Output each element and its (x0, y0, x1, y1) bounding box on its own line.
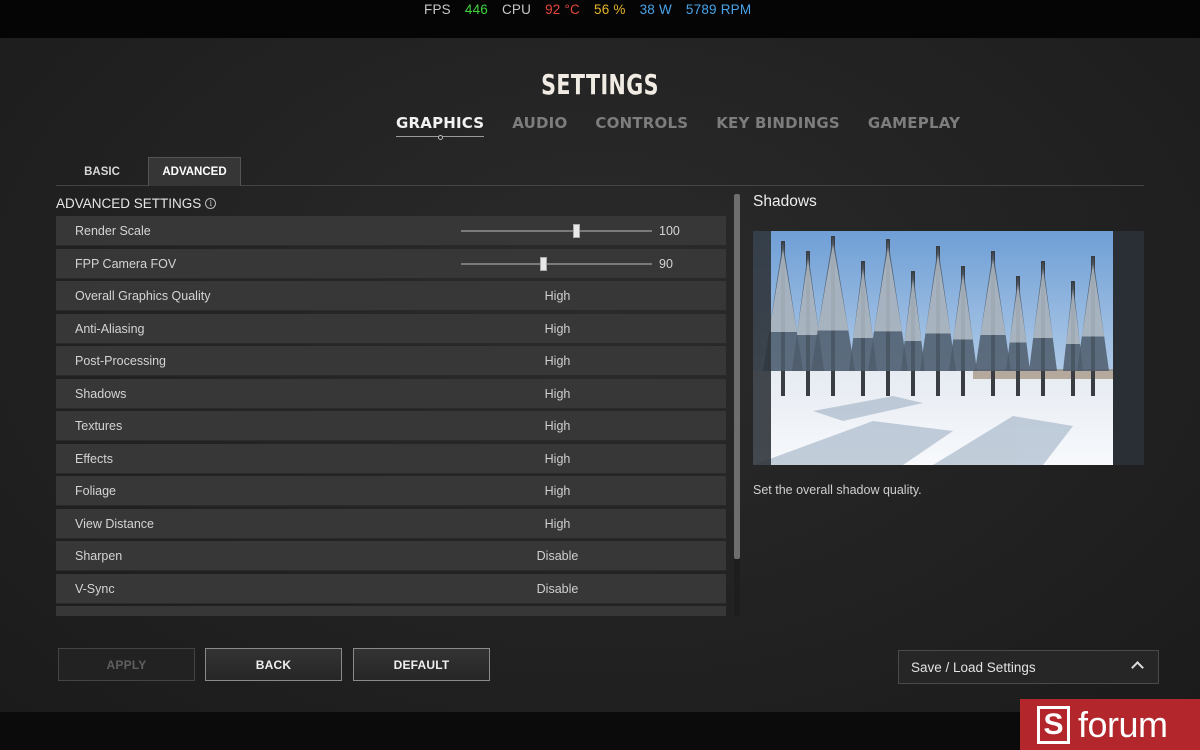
settings-scrollbar[interactable] (734, 194, 740, 616)
scrollbar-thumb[interactable] (734, 194, 740, 559)
setting-label: Foliage (75, 484, 116, 498)
cpu-load: 56 % (594, 2, 626, 17)
save-load-label: Save / Load Settings (911, 660, 1036, 675)
setting-label: Anti-Aliasing (75, 321, 145, 336)
sub-tabs: BASIC ADVANCED (56, 157, 1144, 186)
setting-label: Effects (75, 451, 113, 466)
setting-row[interactable]: Overall Graphics Quality High (56, 281, 726, 311)
setting-label: Render Scale (75, 224, 151, 238)
setting-value[interactable]: High (496, 289, 619, 303)
tab-audio[interactable]: AUDIO (512, 114, 567, 132)
chevron-up-icon (1131, 661, 1144, 674)
slider-value: 90 (659, 256, 673, 271)
snowy-forest-image (753, 231, 1144, 465)
setting-value[interactable]: Disable (496, 549, 619, 563)
setting-label: Overall Graphics Quality (75, 289, 211, 303)
setting-row[interactable]: Shadows High (56, 378, 726, 409)
info-icon[interactable]: i (205, 198, 217, 209)
default-button[interactable]: DEFAULT (353, 648, 490, 681)
forum-logo-icon: S (1037, 705, 1070, 744)
setting-row[interactable]: Sharpen Disable (56, 541, 726, 571)
setting-value[interactable]: High (496, 517, 619, 531)
preview-description: Set the overall shadow quality. (753, 483, 922, 497)
fps-value: 446 (464, 2, 488, 17)
setting-value[interactable]: High (496, 354, 619, 368)
forum-watermark: S forum (1020, 699, 1200, 750)
tab-key-bindings[interactable]: KEY BINDINGS (716, 114, 840, 132)
setting-row[interactable]: Render Scale 100 (56, 216, 726, 246)
setting-row[interactable]: Post-Processing High (56, 346, 726, 376)
setting-slider[interactable] (461, 224, 652, 238)
top-tabs: GRAPHICS AUDIO CONTROLS KEY BINDINGS GAM… (396, 114, 988, 140)
setting-value[interactable]: High (496, 452, 619, 466)
cpu-power: 38 W (639, 2, 672, 17)
setting-row[interactable]: V-Sync Disable (56, 573, 726, 604)
save-load-settings-dropdown[interactable]: Save / Load Settings (898, 650, 1159, 684)
setting-label: V-Sync (75, 581, 115, 596)
slider-handle[interactable] (540, 256, 548, 271)
setting-slider[interactable] (461, 256, 652, 271)
setting-label: Textures (75, 419, 123, 433)
setting-label: FPP Camera FOV (75, 256, 177, 271)
setting-row[interactable]: FPP Camera FOV 90 (56, 248, 726, 279)
tab-graphics-label: GRAPHICS (396, 114, 485, 132)
forum-text: forum (1078, 703, 1168, 745)
preview-title: Shadows (753, 193, 817, 210)
page-title: SETTINGS (541, 68, 659, 101)
setting-value[interactable]: High (496, 484, 619, 498)
advanced-settings-title: ADVANCED SETTINGS (56, 196, 202, 211)
active-tab-dot (437, 135, 443, 140)
cpu-label: CPU (501, 2, 532, 17)
setting-label: Sharpen (75, 549, 123, 563)
tab-graphics[interactable]: GRAPHICS (396, 114, 485, 140)
fps-label: FPS (424, 2, 451, 17)
fan-rpm: 5789 RPM (685, 2, 752, 17)
subtab-advanced[interactable]: ADVANCED (148, 157, 241, 186)
setting-row[interactable]: Foliage High (56, 476, 726, 506)
setting-label: View Distance (75, 516, 154, 531)
setting-row[interactable]: View Distance High (56, 508, 726, 539)
performance-overlay: FPS 446 CPU 92 °C 56 % 38 W 5789 RPM (0, 0, 1200, 38)
slider-handle[interactable] (572, 224, 580, 238)
advanced-settings-heading: ADVANCED SETTINGS i (56, 196, 217, 211)
slider-value: 100 (659, 224, 680, 238)
tab-gameplay[interactable]: GAMEPLAY (868, 114, 960, 132)
setting-value[interactable]: High (496, 322, 619, 336)
setting-row[interactable]: Textures High (56, 411, 726, 441)
setting-row[interactable]: Effects High (56, 443, 726, 474)
apply-button[interactable]: APPLY (58, 648, 195, 681)
setting-row[interactable] (56, 606, 726, 616)
subtab-basic[interactable]: BASIC (56, 157, 148, 186)
setting-value[interactable]: Disable (496, 582, 619, 596)
settings-panel: SETTINGS GRAPHICS AUDIO CONTROLS KEY BIN… (0, 38, 1200, 712)
setting-label: Post-Processing (75, 354, 167, 368)
setting-value[interactable]: High (496, 387, 619, 401)
cpu-temp: 92 °C (545, 2, 581, 17)
settings-list[interactable]: Render Scale 100 FPP Camera FOV 90 Overall G… (56, 216, 726, 616)
setting-row[interactable]: Anti-Aliasing High (56, 313, 726, 344)
preview-image (753, 231, 1144, 465)
back-button[interactable]: BACK (205, 648, 342, 681)
setting-label: Shadows (75, 386, 127, 401)
tab-controls[interactable]: CONTROLS (595, 114, 688, 132)
setting-value[interactable]: High (496, 419, 619, 433)
